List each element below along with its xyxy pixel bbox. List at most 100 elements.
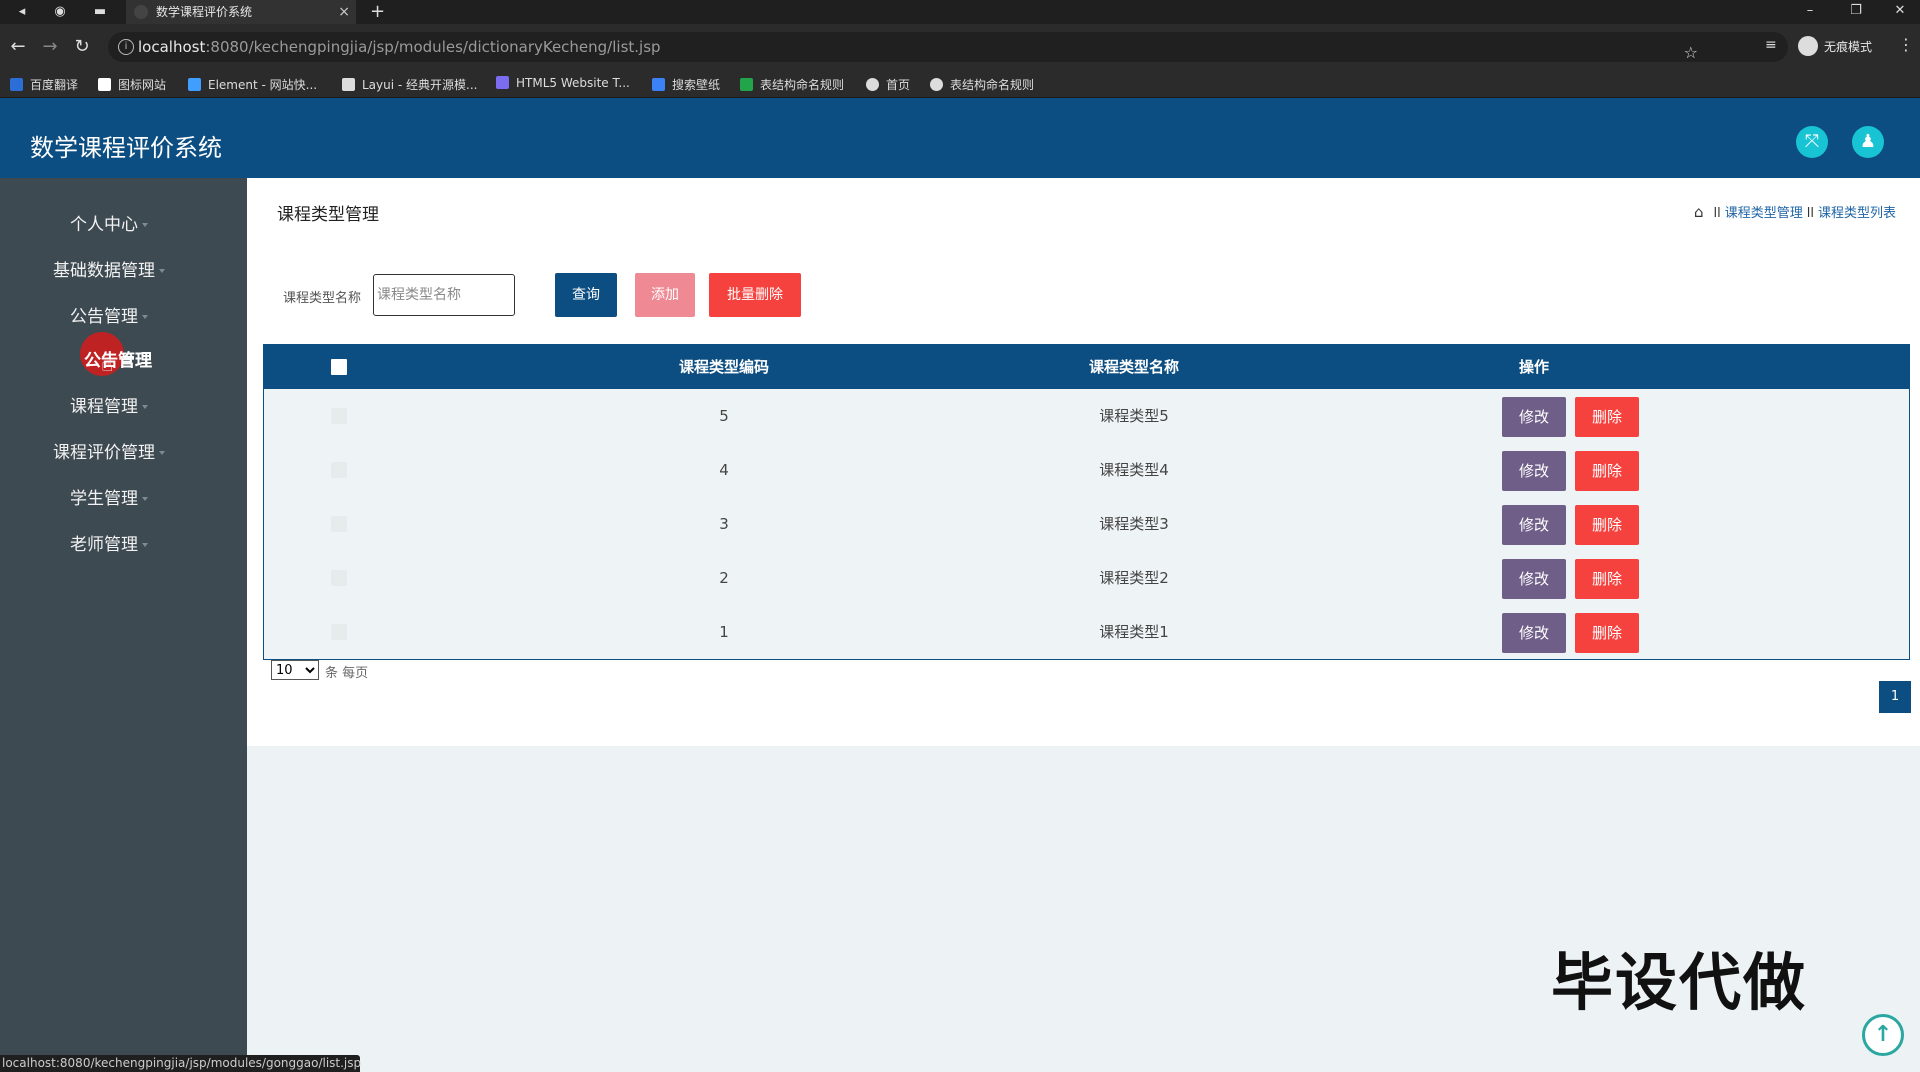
sidebar-item-courses[interactable]: 课程管理 xyxy=(0,392,218,417)
sidebar-item-announcements[interactable]: 公告管理 xyxy=(0,302,218,327)
chevron-down-icon xyxy=(142,315,148,319)
chevron-down-icon xyxy=(159,269,165,273)
table-row: 5 课程类型5 修改 删除 xyxy=(264,389,1909,443)
course-type-name-input[interactable] xyxy=(373,274,515,316)
breadcrumb-item[interactable]: 课程类型管理 xyxy=(1725,206,1803,221)
cell-name: 课程类型3 xyxy=(1099,515,1169,533)
row-checkbox[interactable] xyxy=(331,462,347,478)
restore-icon[interactable]: ❐ xyxy=(1836,0,1876,24)
bookmark-icon xyxy=(740,78,753,91)
delete-button[interactable]: 删除 xyxy=(1575,505,1639,545)
bookmark-item[interactable]: 图标网站 xyxy=(98,76,166,93)
table-row: 4 课程类型4 修改 删除 xyxy=(264,443,1909,497)
row-checkbox[interactable] xyxy=(331,624,347,640)
delete-button[interactable]: 删除 xyxy=(1575,397,1639,437)
url-text[interactable]: localhost:8080/kechengpingjia/jsp/module… xyxy=(138,38,661,56)
select-all-checkbox[interactable] xyxy=(331,359,347,375)
cell-code: 2 xyxy=(719,569,729,587)
user-profile-icon[interactable]: ♟ xyxy=(1852,126,1884,158)
sidebar-item-personal-center[interactable]: 个人中心 xyxy=(0,210,218,235)
bookmark-item[interactable]: 表结构命名规则 xyxy=(740,76,844,93)
tab-close-icon[interactable]: × xyxy=(338,0,350,24)
add-button[interactable]: 添加 xyxy=(635,273,695,317)
incognito-label[interactable]: 无痕模式 xyxy=(1824,38,1872,55)
status-bar-url: localhost:8080/kechengpingjia/jsp/module… xyxy=(0,1055,362,1072)
site-info-icon[interactable]: i xyxy=(118,39,134,55)
minimize-icon[interactable]: – xyxy=(1790,0,1830,24)
delete-button[interactable]: 删除 xyxy=(1575,451,1639,491)
page-size-select[interactable]: 10 xyxy=(271,660,319,680)
fullscreen-toggle-icon[interactable]: ⤧ xyxy=(1796,126,1828,158)
tab-favicon-icon xyxy=(134,5,148,19)
reload-icon[interactable]: ↻ xyxy=(70,35,94,59)
back-icon[interactable]: ← xyxy=(6,35,30,59)
cell-code: 1 xyxy=(719,623,729,641)
chevron-down-icon xyxy=(142,497,148,501)
breadcrumb-item[interactable]: 课程类型列表 xyxy=(1818,206,1896,221)
bookmark-icon xyxy=(866,78,879,91)
cell-code: 4 xyxy=(719,461,729,479)
batch-delete-button[interactable]: 批量删除 xyxy=(709,273,801,317)
sidebar-item-basic-data[interactable]: 基础数据管理 xyxy=(0,256,218,281)
chevron-down-icon xyxy=(142,543,148,547)
breadcrumb-sep: ll xyxy=(1806,206,1814,221)
bookmark-item[interactable]: HTML5 Website T... xyxy=(496,76,630,90)
row-checkbox[interactable] xyxy=(331,516,347,532)
delete-button[interactable]: 删除 xyxy=(1575,613,1639,653)
browser-tab[interactable]: 数学课程评价系统 × xyxy=(126,0,356,24)
page-button-current[interactable]: 1 xyxy=(1879,681,1911,713)
column-header-actions: 操作 xyxy=(1518,358,1549,376)
bookmark-item[interactable]: Element - 网站快... xyxy=(188,76,317,93)
bookmark-item[interactable]: 首页 xyxy=(866,76,910,93)
bookmark-icon xyxy=(10,78,23,91)
bookmark-item[interactable]: 表结构命名规则 xyxy=(930,76,1034,93)
reading-list-icon[interactable]: ≡ xyxy=(1765,37,1777,53)
breadcrumb-sep: ll xyxy=(1713,206,1721,221)
chevron-down-icon xyxy=(142,405,148,409)
table-header: 课程类型编码 课程类型名称 操作 xyxy=(264,345,1909,389)
sidebar-item-course-evaluation[interactable]: 课程评价管理 xyxy=(0,438,218,463)
edit-button[interactable]: 修改 xyxy=(1502,451,1566,491)
forward-icon[interactable]: → xyxy=(38,35,62,59)
new-tab-button[interactable]: + xyxy=(370,0,385,24)
bookmark-icon xyxy=(652,78,665,91)
edit-button[interactable]: 修改 xyxy=(1502,559,1566,599)
tab-group-icon[interactable]: ◉ xyxy=(46,0,74,24)
table-row: 1 课程类型1 修改 删除 xyxy=(264,605,1909,659)
delete-button[interactable]: 删除 xyxy=(1575,559,1639,599)
search-label: 课程类型名称 xyxy=(283,291,362,306)
browser-menu-icon[interactable]: ⋮ xyxy=(1898,35,1914,54)
sidebar-item-teachers[interactable]: 老师管理 xyxy=(0,530,218,555)
edit-button[interactable]: 修改 xyxy=(1502,613,1566,653)
bookmark-item[interactable]: 搜索壁纸 xyxy=(652,76,720,93)
cell-name: 课程类型2 xyxy=(1099,569,1169,587)
column-header-code: 课程类型编码 xyxy=(678,358,769,376)
sidebar-item-students[interactable]: 学生管理 xyxy=(0,484,218,509)
tab-title: 数学课程评价系统 xyxy=(156,5,253,19)
page-title: 课程类型管理 xyxy=(277,205,379,225)
home-icon[interactable]: ⌂ xyxy=(1694,203,1704,221)
tab-audio-icon[interactable]: ◂ xyxy=(8,0,36,24)
row-checkbox[interactable] xyxy=(331,570,347,586)
page-size-label: 条 每页 xyxy=(325,666,369,681)
close-window-icon[interactable]: ✕ xyxy=(1880,0,1920,24)
incognito-icon[interactable] xyxy=(1798,36,1818,56)
query-button[interactable]: 查询 xyxy=(555,273,617,317)
bookmark-item[interactable]: Layui - 经典开源模... xyxy=(342,76,477,93)
edit-button[interactable]: 修改 xyxy=(1502,397,1566,437)
bookmark-item[interactable]: 百度翻译 xyxy=(10,76,78,93)
bookmarks-bar: 百度翻译 图标网站 Element - 网站快... Layui - 经典开源模… xyxy=(0,70,1920,98)
app-title: 数学课程评价系统 xyxy=(30,134,222,162)
row-checkbox[interactable] xyxy=(331,408,347,424)
url-bar[interactable]: i localhost:8080/kechengpingjia/jsp/modu… xyxy=(108,32,1788,62)
breadcrumb: ⌂ ll 课程类型管理 ll 课程类型列表 xyxy=(1694,202,1896,221)
tab-sidebar-icon[interactable]: ▬ xyxy=(86,0,114,24)
back-to-top-icon[interactable]: ↑ xyxy=(1862,1014,1904,1056)
cell-code: 5 xyxy=(719,407,729,425)
sidebar-subitem-label[interactable]: 公告管理 xyxy=(0,346,236,371)
bookmark-star-icon[interactable]: ☆ xyxy=(1684,43,1698,62)
bookmark-icon xyxy=(188,78,201,91)
course-type-table: 课程类型编码 课程类型名称 操作 5 课程类型5 修改 删除 4 课程类型4 修… xyxy=(263,344,1910,660)
edit-button[interactable]: 修改 xyxy=(1502,505,1566,545)
cell-name: 课程类型4 xyxy=(1099,461,1169,479)
